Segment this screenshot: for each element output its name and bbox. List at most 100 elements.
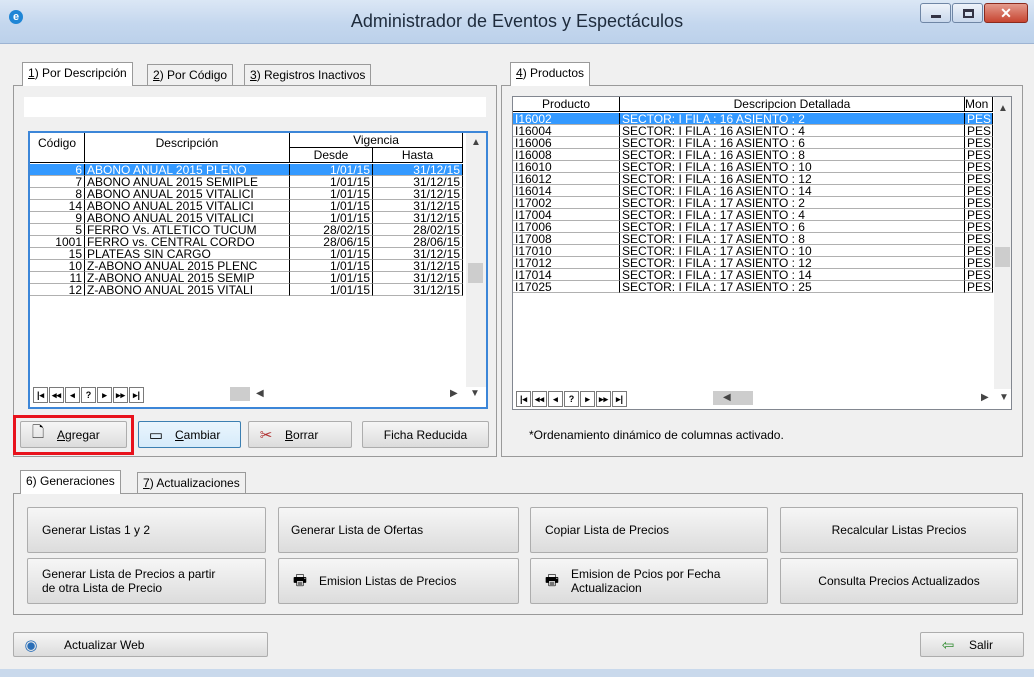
nav-prev-button[interactable]: ◂ xyxy=(65,387,80,403)
ficha-reducida-button[interactable]: Ficha Reducida xyxy=(362,421,489,448)
maximize-button[interactable] xyxy=(952,3,983,23)
nav-prev-page-button[interactable]: ◂◂ xyxy=(49,387,64,403)
table-row[interactable]: I17025 SECTOR: I FILA : 17 ASIENTO : 25 PE… xyxy=(513,281,993,293)
nav-next-button[interactable]: ▸ xyxy=(97,387,112,403)
table-row[interactable]: I17004 SECTOR: I FILA : 17 ASIENTO : 4 PES xyxy=(513,209,993,221)
column-header-descripcion-detallada[interactable]: Descripcion Detallada xyxy=(620,97,965,112)
table-row[interactable]: 7 ABONO ANUAL 2015 SEMIPLE 1/01/15 31/12/15 xyxy=(30,176,463,188)
nav-prev-button[interactable]: ◂ xyxy=(548,391,563,407)
salir-label: Salir xyxy=(969,637,994,652)
nav-prev-page-button[interactable]: ◂◂ xyxy=(532,391,547,407)
table-row[interactable]: I16008 SECTOR: I FILA : 16 ASIENTO : 8 PES xyxy=(513,149,993,161)
column-header-codigo[interactable]: Código xyxy=(30,133,85,163)
generar-listas-1-2-button[interactable]: Generar Listas 1 y 2 xyxy=(27,507,266,553)
table-row[interactable]: I17014 SECTOR: I FILA : 17 ASIENTO : 14 PE… xyxy=(513,269,993,281)
nav-next-page-button[interactable]: ▸▸ xyxy=(113,387,128,403)
tab-por-descripcion[interactable]: 1) Por Descripción xyxy=(22,62,133,86)
nav-last-button[interactable]: ▸| xyxy=(612,391,627,407)
table-cell-desde: 1/01/15 xyxy=(290,248,373,260)
actualizar-web-button[interactable]: ◉ Actualizar Web xyxy=(13,632,268,657)
nav-next-page-button[interactable]: ▸▸ xyxy=(596,391,611,407)
column-header-desde[interactable]: Desde xyxy=(290,148,373,163)
tab-productos[interactable]: 4) Productos xyxy=(510,62,591,86)
cambiar-button[interactable]: ▭ Cambiar xyxy=(138,421,241,448)
tab-shortcut: 1 xyxy=(28,66,35,80)
table-cell-desde: 1/01/15 xyxy=(290,176,373,188)
table-row[interactable]: I16010 SECTOR: I FILA : 16 ASIENTO : 10 PE… xyxy=(513,161,993,173)
consulta-precios-actualizados-button[interactable]: Consulta Precios Actualizados xyxy=(780,558,1018,604)
column-header-moneda[interactable]: Mon xyxy=(965,97,993,112)
table-cell-descripcion: ABONO ANUAL 2015 VITALICI xyxy=(85,212,290,224)
title-bar[interactable]: e Administrador de Eventos y Espectáculo… xyxy=(0,0,1034,44)
products-panel: Producto Descripcion Detallada Mon I1600… xyxy=(501,85,1023,457)
scroll-right-icon[interactable]: ▶ xyxy=(450,388,458,399)
minimize-button[interactable] xyxy=(920,3,951,23)
salir-button[interactable]: ⇦ Salir xyxy=(920,632,1024,657)
table-row[interactable]: I16002 SECTOR: I FILA : 16 ASIENTO : 2 PES xyxy=(513,113,993,125)
column-header-descripcion[interactable]: Descripción xyxy=(85,133,290,163)
nav-first-button[interactable]: |◂ xyxy=(33,387,48,403)
table-row[interactable]: 15 PLATEAS SIN CARGO 1/01/15 31/12/15 xyxy=(30,248,463,260)
tab-actualizaciones[interactable]: 7) Actualizaciones xyxy=(137,472,246,494)
scroll-up-icon[interactable]: ▲ xyxy=(471,137,481,148)
nav-next-button[interactable]: ▸ xyxy=(580,391,595,407)
close-button[interactable]: ✕ xyxy=(984,3,1028,23)
nav-find-button[interactable]: ? xyxy=(81,387,96,403)
tab-label: ) Por Descripción xyxy=(34,66,127,80)
horizontal-scroll-thumb[interactable] xyxy=(713,391,753,405)
nav-find-button[interactable]: ? xyxy=(564,391,579,407)
horizontal-scroll-thumb[interactable] xyxy=(230,387,250,401)
products-vertical-scrollbar[interactable]: ▲ xyxy=(994,97,1011,389)
table-cell-moneda: PES xyxy=(965,233,993,245)
scroll-right-icon[interactable]: ▶ xyxy=(981,392,989,403)
table-row[interactable]: 14 ABONO ANUAL 2015 VITALICI 1/01/15 31/12/… xyxy=(30,200,463,212)
tab-label: ) Por Código xyxy=(159,68,228,82)
table-row[interactable]: I17006 SECTOR: I FILA : 17 ASIENTO : 6 PES xyxy=(513,221,993,233)
table-row[interactable]: 8 ABONO ANUAL 2015 VITALICI 1/01/15 31/12/1… xyxy=(30,188,463,200)
search-input[interactable] xyxy=(24,97,486,117)
table-row[interactable]: 9 ABONO ANUAL 2015 VITALICI 1/01/15 31/12/1… xyxy=(30,212,463,224)
copiar-lista-precios-button[interactable]: Copiar Lista de Precios xyxy=(530,507,768,553)
table-row[interactable]: 1001 FERRO vs. CENTRAL CORDO 28/06/15 28/06… xyxy=(30,236,463,248)
tab-registros-inactivos[interactable]: 3) Registros Inactivos xyxy=(244,64,372,86)
scroll-left-icon[interactable]: ◀ xyxy=(256,388,264,399)
borrar-button[interactable]: ✂ Borrar xyxy=(248,421,352,448)
table-row[interactable]: 10 Z-ABONO ANUAL 2015 PLENC 1/01/15 31/12/1… xyxy=(30,260,463,272)
table-row[interactable]: 12 Z-ABONO ANUAL 2015 VITALI 1/01/15 31/12/… xyxy=(30,284,463,296)
tab-por-codigo[interactable]: 2) Por Código xyxy=(147,64,234,86)
nav-first-button[interactable]: |◂ xyxy=(516,391,531,407)
table-cell-hasta: 31/12/15 xyxy=(373,260,463,272)
emision-listas-precios-button[interactable]: 🖶 Emision Listas de Precios xyxy=(278,558,519,604)
scroll-down-icon[interactable]: ▼ xyxy=(470,388,480,399)
table-row[interactable]: I17010 SECTOR: I FILA : 17 ASIENTO : 10 PE… xyxy=(513,245,993,257)
table-cell-hasta: 31/12/15 xyxy=(373,188,463,200)
table-row[interactable]: 11 Z-ABONO ANUAL 2015 SEMIP 1/01/15 31/12/1… xyxy=(30,272,463,284)
table-row[interactable]: I17012 SECTOR: I FILA : 17 ASIENTO : 12 PE… xyxy=(513,257,993,269)
table-row[interactable]: I16004 SECTOR: I FILA : 16 ASIENTO : 4 PES xyxy=(513,125,993,137)
scroll-down-icon[interactable]: ▼ xyxy=(999,392,1009,403)
column-header-vigencia[interactable]: Vigencia xyxy=(290,133,463,148)
events-vertical-scrollbar[interactable]: ▲ xyxy=(466,133,486,387)
events-grid[interactable]: Código Descripción Vigencia Desde Hasta … xyxy=(28,131,488,409)
tab-generaciones[interactable]: 6) Generaciones xyxy=(20,470,121,494)
scroll-up-icon[interactable]: ▲ xyxy=(998,103,1008,114)
table-row[interactable]: I16014 SECTOR: I FILA : 16 ASIENTO : 14 PE… xyxy=(513,185,993,197)
column-header-producto[interactable]: Producto xyxy=(513,97,620,112)
scroll-thumb[interactable] xyxy=(468,263,483,283)
column-header-hasta[interactable]: Hasta xyxy=(373,148,463,163)
scroll-left-icon[interactable]: ◀ xyxy=(723,392,731,403)
recalcular-listas-precios-button[interactable]: Recalcular Listas Precios xyxy=(780,507,1018,553)
products-grid[interactable]: Producto Descripcion Detallada Mon I1600… xyxy=(512,96,1012,410)
products-note: *Ordenamiento dinámico de columnas activ… xyxy=(529,428,784,442)
table-row[interactable]: I17002 SECTOR: I FILA : 17 ASIENTO : 2 PES xyxy=(513,197,993,209)
emision-precios-por-fecha-button[interactable]: 🖶 Emision de Pcios por Fecha Actualizacio… xyxy=(530,558,768,604)
generar-lista-desde-otra-button[interactable]: Generar Lista de Precios a partir de otra… xyxy=(27,558,266,604)
table-row[interactable]: I16012 SECTOR: I FILA : 16 ASIENTO : 12 PE… xyxy=(513,173,993,185)
nav-last-button[interactable]: ▸| xyxy=(129,387,144,403)
table-row[interactable]: 5 FERRO Vs. ATLETICO TUCUM 28/02/15 28/02/1… xyxy=(30,224,463,236)
generar-lista-ofertas-button[interactable]: Generar Lista de Ofertas xyxy=(278,507,519,553)
table-row[interactable]: I16006 SECTOR: I FILA : 16 ASIENTO : 6 PES xyxy=(513,137,993,149)
table-row[interactable]: 6 ABONO ANUAL 2015 PLENO 1/01/15 31/12/15 xyxy=(30,164,463,176)
scroll-thumb[interactable] xyxy=(995,247,1010,267)
table-row[interactable]: I17008 SECTOR: I FILA : 17 ASIENTO : 8 PES xyxy=(513,233,993,245)
